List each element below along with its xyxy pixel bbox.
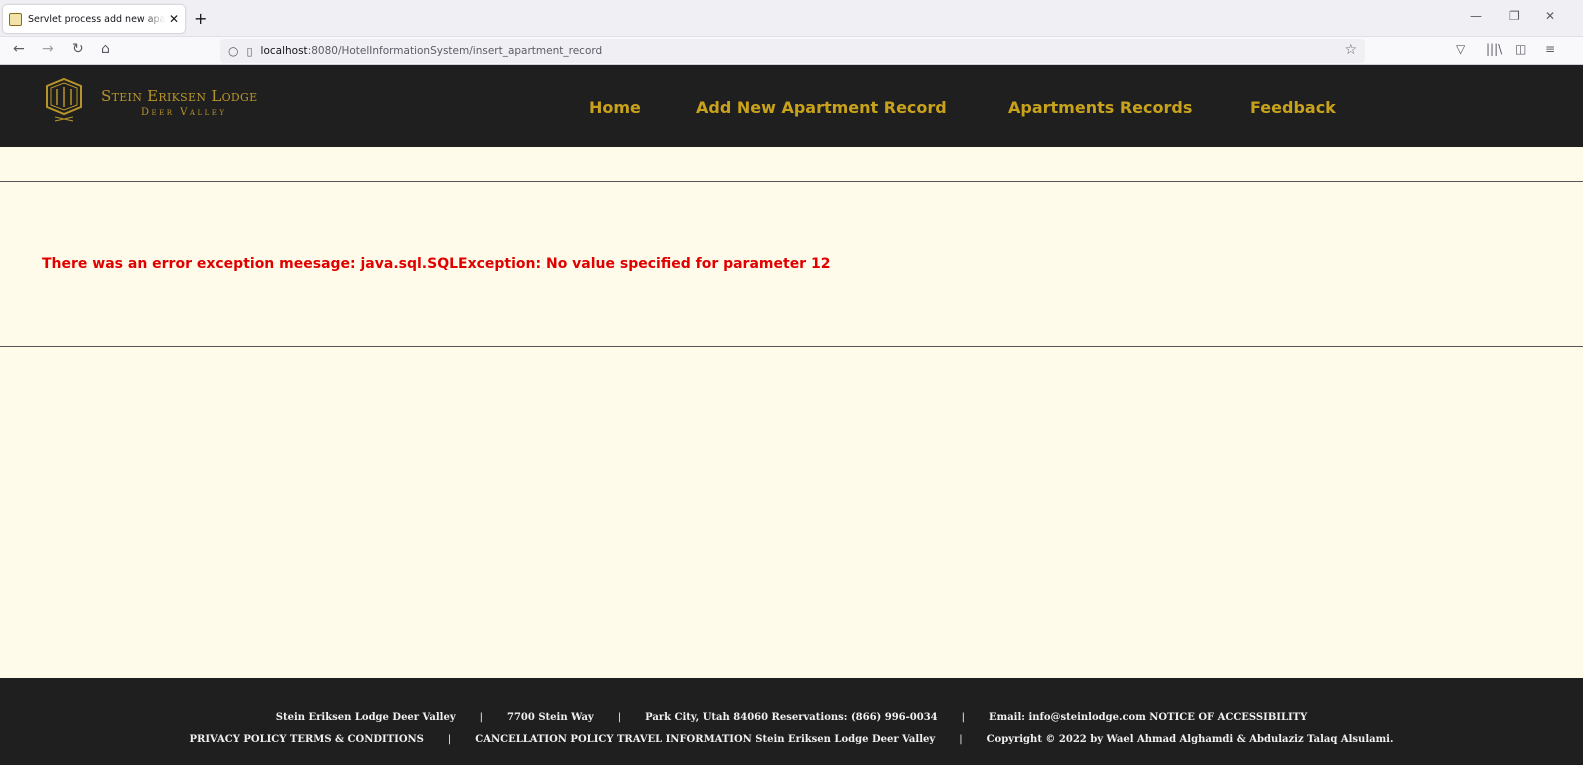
tab-close-icon[interactable]: ✕	[169, 12, 179, 26]
footer-separator: |	[447, 734, 452, 745]
nav-link-home[interactable]: Home	[589, 98, 641, 117]
footer-address: 7700 Stein Way	[507, 712, 594, 723]
site-footer: Stein Eriksen Lodge Deer Valley | 7700 Ste…	[0, 678, 1583, 765]
nav-link-feedback[interactable]: Feedback	[1250, 98, 1336, 117]
url-path: :8080/HotelInformationSystem/insert_apar…	[307, 45, 603, 57]
favicon-icon	[9, 12, 22, 26]
url-bar[interactable]: ○ ▯ localhost:8080/HotelInformationSyste…	[220, 39, 1365, 63]
footer-line-2: PRIVACY POLICY TERMS & CONDITIONS | CANCEL…	[0, 734, 1583, 745]
menu-icon[interactable]: ≡	[1545, 42, 1555, 56]
close-icon[interactable]: ✕	[1545, 9, 1555, 23]
back-icon[interactable]: ←	[13, 41, 25, 57]
pocket-icon[interactable]: ▽	[1456, 42, 1465, 56]
sidebar-icon[interactable]: ◫	[1515, 42, 1526, 56]
footer-privacy-terms[interactable]: PRIVACY POLICY TERMS & CONDITIONS	[190, 734, 424, 745]
nav-link-apartments-records[interactable]: Apartments Records	[1008, 98, 1192, 117]
footer-cancellation-travel[interactable]: CANCELLATION POLICY TRAVEL INFORMATION S…	[475, 734, 935, 745]
star-icon[interactable]: ☆	[1344, 42, 1357, 58]
url-host: localhost	[260, 45, 308, 57]
home-icon[interactable]: ⌂	[101, 41, 110, 57]
lodge-crest-icon	[46, 77, 82, 122]
forward-icon[interactable]: →	[42, 41, 54, 57]
top-divider	[0, 181, 1583, 182]
footer-separator: |	[959, 734, 963, 745]
footer-reservations: Park City, Utah 84060 Reservations: (866…	[645, 712, 938, 723]
error-message: There was an error exception meesage: ja…	[42, 256, 831, 272]
minimize-icon[interactable]: —	[1470, 9, 1482, 23]
logo-subtitle: Deer Valley	[141, 107, 227, 118]
restore-icon[interactable]: ❐	[1509, 9, 1520, 23]
site-header: Stein Eriksen Lodge Deer Valley Home Add…	[0, 65, 1583, 147]
footer-copyright: Copyright © 2022 by Wael Ahmad Alghamdi …	[986, 734, 1394, 745]
footer-lodge-name: Stein Eriksen Lodge Deer Valley	[275, 712, 456, 723]
footer-separator: |	[479, 712, 484, 723]
footer-separator: |	[961, 712, 965, 723]
reload-icon[interactable]: ↻	[72, 41, 84, 57]
tab-title: Servlet process add new apartm	[28, 13, 165, 25]
library-icon[interactable]: |||\	[1486, 42, 1502, 56]
logo-title[interactable]: Stein Eriksen Lodge	[101, 87, 257, 105]
browser-tab[interactable]: Servlet process add new apartm ✕	[3, 5, 185, 33]
shield-icon[interactable]: ○	[228, 44, 238, 58]
new-tab-button[interactable]: +	[194, 9, 207, 28]
footer-line-1: Stein Eriksen Lodge Deer Valley | 7700 Ste…	[0, 712, 1583, 723]
footer-separator: |	[617, 712, 622, 723]
footer-email-accessibility[interactable]: Email: info@steinlodge.com NOTICE OF ACC…	[989, 712, 1307, 723]
page-icon[interactable]: ▯	[246, 45, 252, 58]
nav-link-add-apartment[interactable]: Add New Apartment Record	[696, 98, 947, 117]
bottom-divider	[0, 346, 1583, 347]
url-text[interactable]: localhost:8080/HotelInformationSystem/in…	[261, 45, 603, 57]
browser-tab-bar: Servlet process add new apartm ✕ + — ❐ ✕	[0, 0, 1583, 37]
browser-nav-bar: ← → ↻ ⌂ ○ ▯ localhost:8080/HotelInformat…	[0, 37, 1583, 65]
